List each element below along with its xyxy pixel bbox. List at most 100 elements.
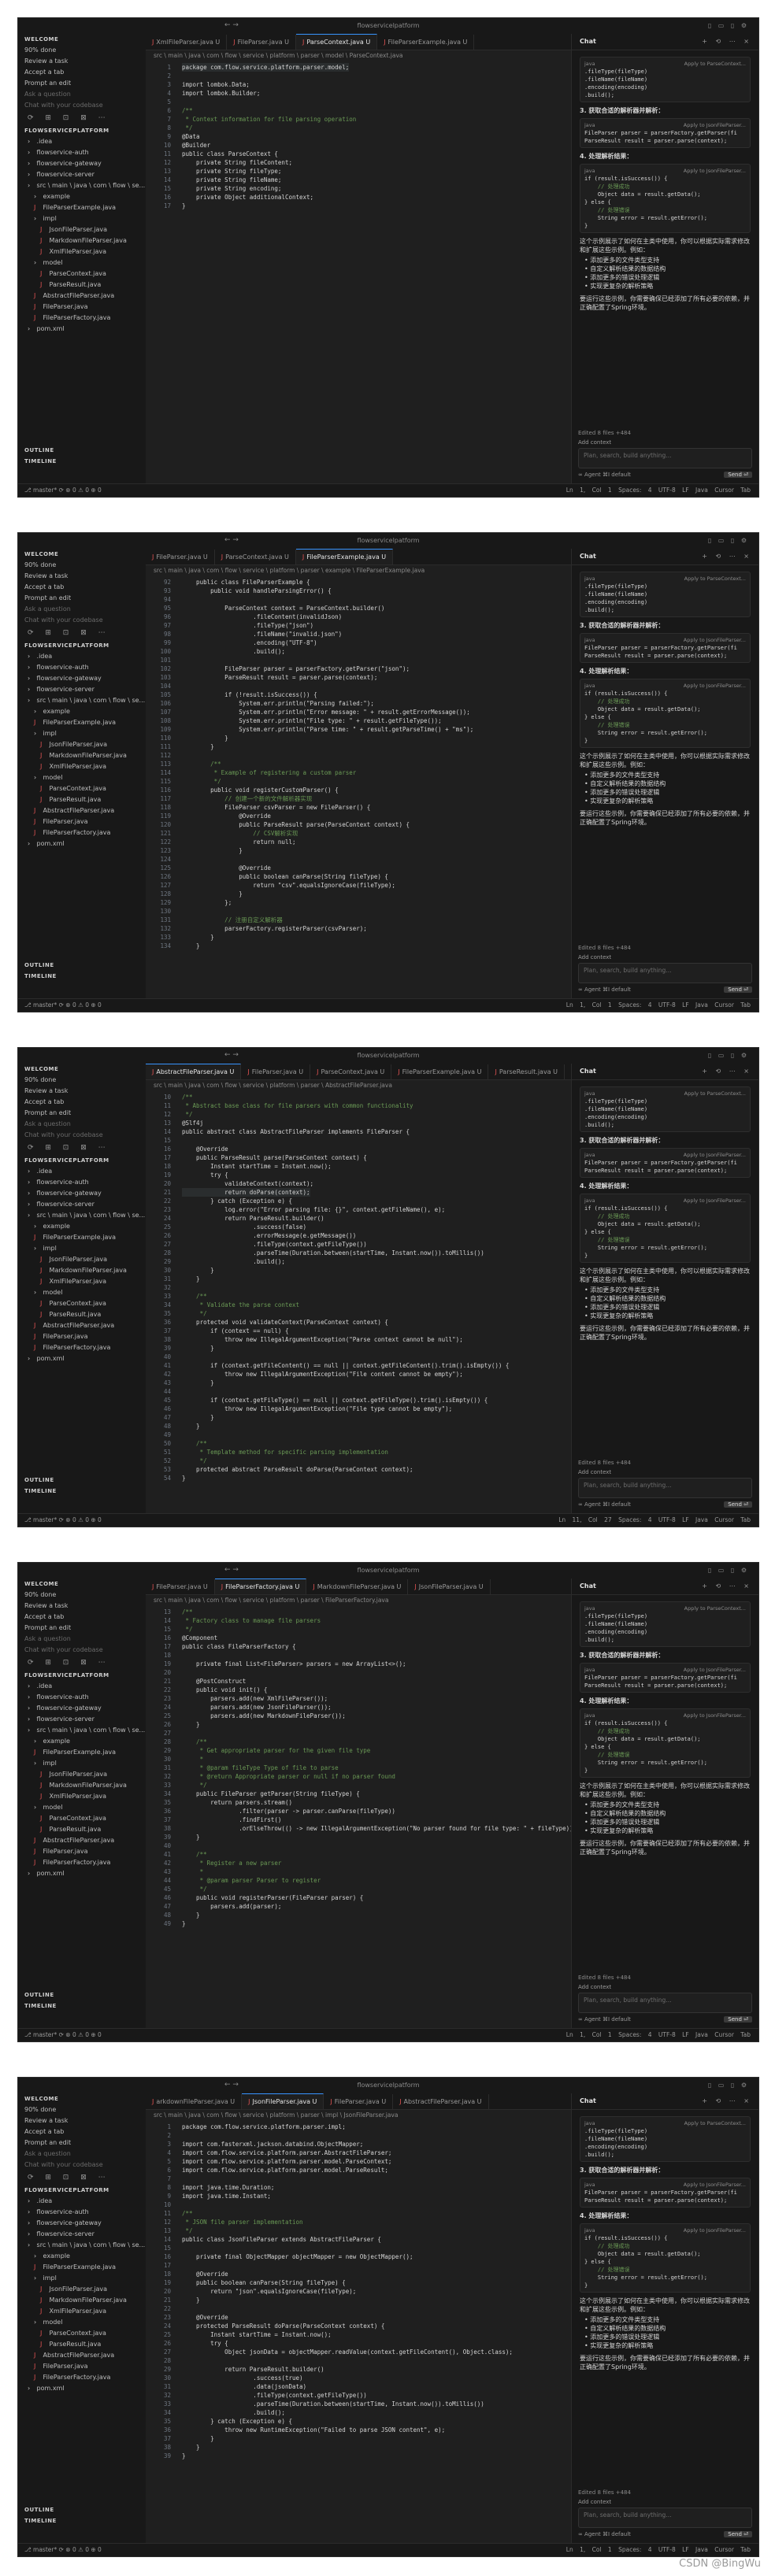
editor-tab[interactable]: J FileParser.java U [241,1064,311,1079]
git-status[interactable]: ⎇ master* ⟳ ⊗ 0 ⚠ 0 ⊕ 0 [24,2029,102,2041]
git-status[interactable]: ⎇ master* ⟳ ⊗ 0 ⚠ 0 ⊕ 0 [24,999,102,1012]
editor-tab[interactable]: J FileParserFactory.java U [214,1579,307,1594]
editor-tab[interactable]: J ParseContext.java U [215,550,296,564]
apply-button[interactable]: Apply to ParseContext... [684,60,746,68]
timeline-heading[interactable]: TIMELINE [18,971,146,982]
file-tree-item[interactable]: J JsonFileParser.java [18,1254,146,1265]
editor-tab[interactable]: J AbstractFileParser.java U [146,1064,242,1079]
apply-button[interactable]: Apply to JsonFileParser... [684,167,746,175]
welcome-item[interactable]: Prompt an edit [18,593,146,604]
outline-heading[interactable]: OUTLINE [18,2504,146,2515]
file-tree-item[interactable]: › impl [18,1243,146,1254]
chat-input[interactable]: Plan, search, build anything... [578,1478,752,1498]
welcome-item[interactable]: Review a task [18,1601,146,1612]
editor-tab[interactable]: J FileParser.java U [146,1579,215,1594]
file-tree-item[interactable]: J ParseResult.java [18,2339,146,2350]
file-tree-item[interactable]: › impl [18,2273,146,2284]
code-area[interactable]: 10/** 11 * Abstract base class for file p… [146,1091,571,1482]
file-tree-item[interactable]: J MarkdownFileParser.java [18,1265,146,1276]
file-tree-item[interactable]: J FileParserFactory.java [18,313,146,324]
file-tree-item[interactable]: J FileParserExample.java [18,202,146,213]
file-tree-item[interactable]: › flowservice-gateway [18,673,146,684]
files-edited[interactable]: Edited 8 files +484 [578,430,752,436]
welcome-item[interactable]: Ask a question [18,1634,146,1645]
editor-settings[interactable]: Spaces: 4 UTF-8 LF Java Cursor Tab [618,2546,751,2553]
editor-tab[interactable]: J ParseContext.java U [310,1064,392,1079]
apply-button[interactable]: Apply to ParseContext... [684,2119,746,2127]
file-tree-item[interactable]: › model [18,257,146,268]
welcome-item[interactable]: Prompt an edit [18,78,146,89]
file-tree-item[interactable]: › .idea [18,1681,146,1692]
chat-input[interactable]: Plan, search, build anything... [578,1993,752,2013]
file-tree-item[interactable]: › flowservice-auth [18,1177,146,1188]
send-button[interactable]: Send ⏎ [724,2016,752,2023]
chat-input[interactable]: Plan, search, build anything... [578,963,752,983]
apply-button[interactable]: Apply to JsonFileParser... [684,1151,746,1159]
file-tree-item[interactable]: J FileParserFactory.java [18,1342,146,1353]
welcome-item[interactable]: Chat with your codebase [18,1130,146,1141]
cursor-position[interactable]: Ln 1, Col 1 [566,487,612,494]
cursor-position[interactable]: Ln 1, Col 1 [566,2031,612,2038]
file-tree-item[interactable]: › pom.xml [18,838,146,849]
git-status[interactable]: ⎇ master* ⟳ ⊗ 0 ⚠ 0 ⊕ 0 [24,484,102,497]
layout-icons[interactable]: ▯ ▭ ▯ ⚙ [708,2082,749,2089]
layout-icons[interactable]: ▯ ▭ ▯ ⚙ [708,22,749,29]
file-tree-item[interactable]: J FileParserFactory.java [18,827,146,838]
file-tree-item[interactable]: J FileParserExample.java [18,1232,146,1243]
file-tree-item[interactable]: J MarkdownFileParser.java [18,235,146,246]
file-tree-item[interactable]: J ParseResult.java [18,794,146,805]
timeline-heading[interactable]: TIMELINE [18,1486,146,1497]
explorer-actions[interactable]: ⟳ ⊞ ⊡ ⊠ ⋯ [18,2171,146,2185]
editor-tab[interactable]: J ParseResult.java U [488,1064,565,1079]
apply-button[interactable]: Apply to JsonFileParser... [684,636,746,644]
file-tree-item[interactable]: › pom.xml [18,1353,146,1364]
explorer-actions[interactable]: ⟳ ⊞ ⊡ ⊠ ⋯ [18,1656,146,1670]
file-tree-item[interactable]: J MarkdownFileParser.java [18,2295,146,2306]
file-tree-item[interactable]: › flowservice-server [18,2229,146,2240]
file-tree-item[interactable]: › flowservice-gateway [18,1703,146,1714]
explorer-actions[interactable]: ⟳ ⊞ ⊡ ⊠ ⋯ [18,626,146,640]
file-tree-item[interactable]: › .idea [18,651,146,662]
breadcrumb[interactable]: src \ main \ java \ com \ flow \ service… [146,565,571,576]
code-area[interactable]: 13/** 14 * Factory class to manage file p… [146,1606,577,1928]
editor-tab[interactable]: J FileParser.java U [227,35,297,50]
welcome-item[interactable]: Chat with your codebase [18,100,146,111]
file-tree-item[interactable]: › flowservice-auth [18,2207,146,2218]
file-tree-item[interactable]: J AbstractFileParser.java [18,805,146,816]
file-tree-item[interactable]: J FileParser.java [18,816,146,827]
file-tree-item[interactable]: › model [18,2317,146,2328]
file-tree-item[interactable]: J XmlFileParser.java [18,246,146,257]
file-tree-item[interactable]: › src \ main \ java \ com \ flow \ se... [18,695,146,706]
apply-button[interactable]: Apply to JsonFileParser... [684,1666,746,1674]
explorer-actions[interactable]: ⟳ ⊞ ⊡ ⊠ ⋯ [18,111,146,125]
file-tree-item[interactable]: › flowservice-gateway [18,158,146,169]
editor-tab[interactable]: J FileParserExample.java U [391,1064,489,1079]
send-button[interactable]: Send ⏎ [724,1501,752,1508]
cursor-position[interactable]: Ln 1, Col 1 [566,1001,612,1009]
file-tree-item[interactable]: › pom.xml [18,1868,146,1879]
welcome-item[interactable]: Chat with your codebase [18,2160,146,2171]
cursor-position[interactable]: Ln 1, Col 1 [566,2546,612,2553]
file-tree-item[interactable]: › pom.xml [18,324,146,335]
agent-mode-select[interactable]: ∞ Agent ⌘I default [578,2016,631,2023]
timeline-heading[interactable]: TIMELINE [18,2515,146,2526]
editor-tab[interactable]: J ParseContext.java U [296,34,378,50]
editor-settings[interactable]: Spaces: 4 UTF-8 LF Java Cursor Tab [618,487,751,494]
outline-heading[interactable]: OUTLINE [18,1989,146,2000]
files-edited[interactable]: Edited 8 files +484 [578,1460,752,1466]
code-area[interactable]: 92 public class FileParserExample {93 pu… [146,576,571,950]
file-tree-item[interactable]: J MarkdownFileParser.java [18,1780,146,1791]
file-tree-item[interactable]: › impl [18,1758,146,1769]
layout-icons[interactable]: ▯ ▭ ▯ ⚙ [708,1052,749,1059]
file-tree-item[interactable]: J AbstractFileParser.java [18,291,146,302]
file-tree-item[interactable]: J ParseContext.java [18,2328,146,2339]
file-tree-item[interactable]: J JsonFileParser.java [18,739,146,750]
chat-input[interactable]: Plan, search, build anything... [578,2508,752,2528]
welcome-item[interactable]: Review a task [18,1086,146,1097]
outline-heading[interactable]: OUTLINE [18,445,146,456]
breadcrumb[interactable]: src \ main \ java \ com \ flow \ service… [146,1595,571,1606]
file-tree-item[interactable]: › flowservice-auth [18,1692,146,1703]
git-status[interactable]: ⎇ master* ⟳ ⊗ 0 ⚠ 0 ⊕ 0 [24,2544,102,2556]
file-tree-item[interactable]: › example [18,191,146,202]
add-context-button[interactable]: Add context [578,439,752,446]
